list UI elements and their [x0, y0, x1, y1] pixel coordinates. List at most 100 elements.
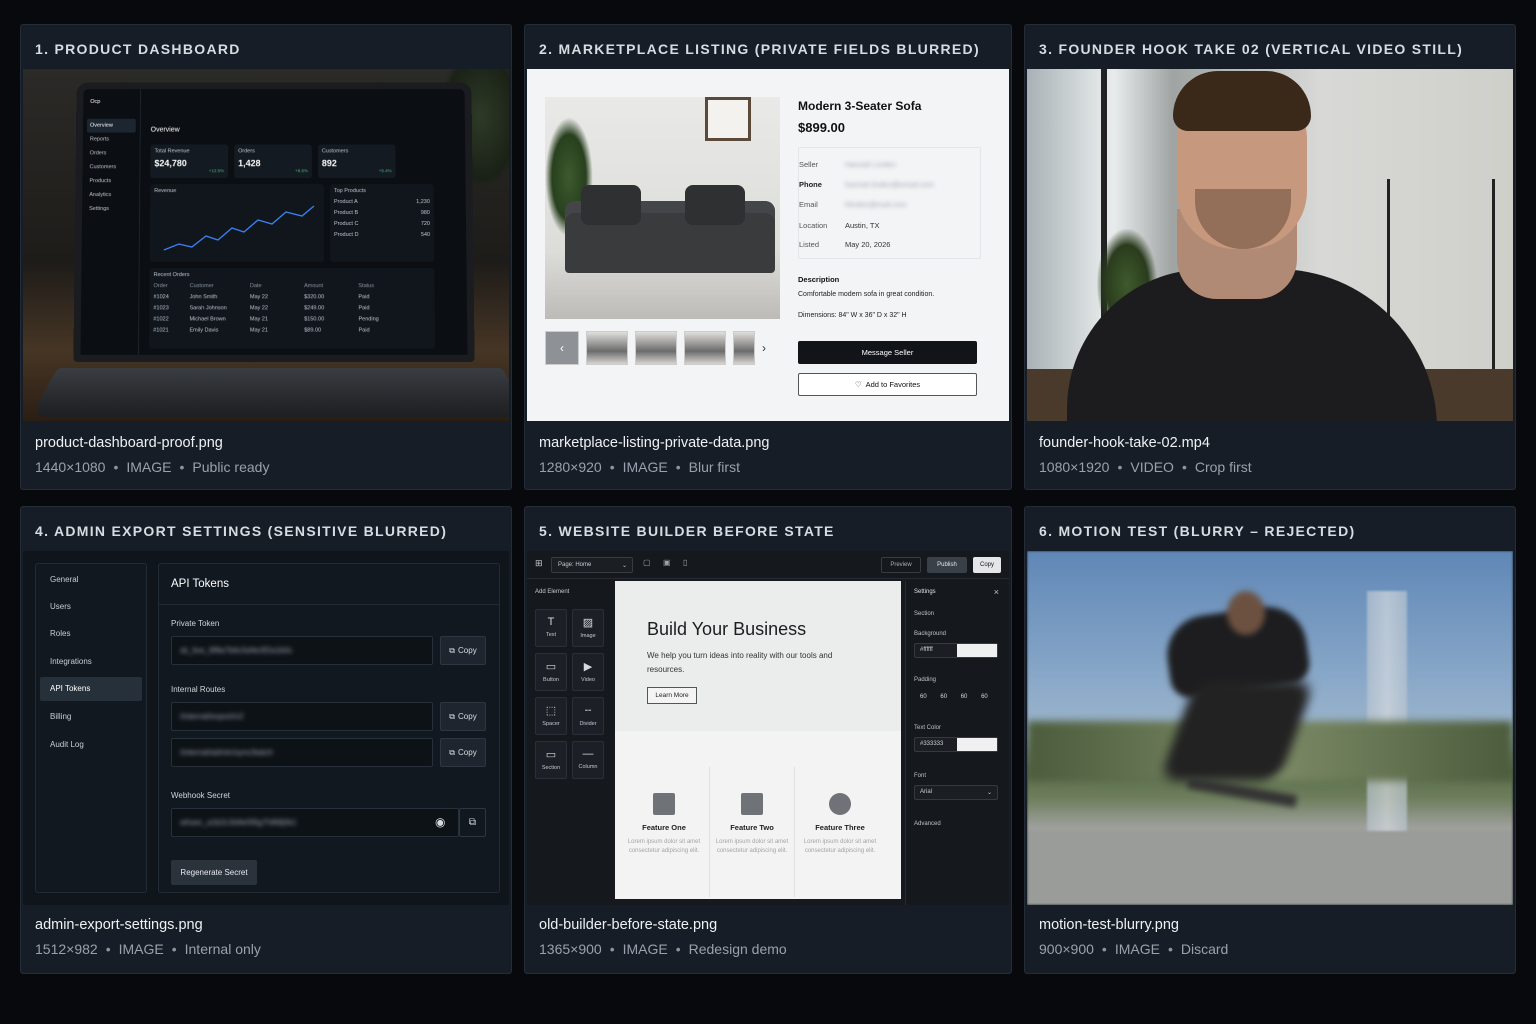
table-cell: Paid: [359, 328, 399, 334]
file-name[interactable]: marketplace-listing-private-data.png: [539, 435, 770, 451]
font-select[interactable]: Arial ⌄: [914, 785, 998, 800]
nav-users[interactable]: Users: [40, 595, 142, 619]
webhook-secret-field[interactable]: whsec_a1b2c3d4e5f6g7h8i9j0k1: [171, 808, 459, 837]
padding-label: Padding: [914, 677, 936, 683]
table-cell: John Smith: [190, 294, 250, 300]
file-status: Crop first: [1195, 459, 1252, 475]
nav-customers: Customers: [87, 160, 136, 174]
nav-audit-log[interactable]: Audit Log: [40, 733, 142, 757]
feature-card[interactable]: Feature One Lorem ipsum dolor sit amet co…: [621, 767, 707, 897]
thumbnail[interactable]: [733, 331, 755, 365]
file-meta: 1440×1080 • IMAGE • Public ready: [35, 459, 269, 475]
page-select[interactable]: Page: Home ⌄: [551, 557, 633, 573]
padding-values[interactable]: 60 60 60 60: [920, 694, 988, 700]
learn-more-button[interactable]: Learn More: [647, 687, 697, 704]
grid-icon: [653, 793, 675, 815]
file-name[interactable]: founder-hook-take-02.mp4: [1039, 435, 1210, 451]
nav-roles[interactable]: Roles: [40, 622, 142, 646]
file-name[interactable]: old-builder-before-state.png: [539, 917, 717, 933]
panel-heading: API Tokens: [171, 578, 229, 590]
asset-card-founder-video[interactable]: 3. FOUNDER HOOK TAKE 02 (VERTICAL VIDEO …: [1024, 24, 1516, 490]
element-button[interactable]: ▭ Button: [535, 653, 567, 691]
feature-card[interactable]: Feature Two Lorem ipsum dolor sit amet co…: [709, 767, 795, 897]
target-icon: [829, 793, 851, 815]
preview-image[interactable]: ⊞ Page: Home ⌄ ▢ ▣ ▯ Preview Publish Copy…: [527, 551, 1009, 905]
spacer-icon: ⬚: [536, 704, 566, 717]
laptop-base: [31, 368, 509, 417]
advanced-label[interactable]: Advanced: [914, 821, 941, 827]
asset-card-website-builder[interactable]: 5. WEBSITE BUILDER BEFORE STATE ⊞ Page: …: [524, 506, 1012, 974]
hero-title[interactable]: Build Your Business: [647, 619, 806, 640]
top-products-panel: Top Products Product A 1,230 Product B 980…: [330, 184, 435, 262]
video-still[interactable]: [1027, 69, 1513, 421]
close-icon[interactable]: ×: [994, 587, 999, 597]
table-cell: #1024: [153, 294, 189, 300]
table-header-cell: Order: [154, 283, 190, 289]
copy-button[interactable]: ⧉ Copy: [440, 636, 486, 665]
thumbnail[interactable]: [586, 331, 628, 365]
builder-canvas[interactable]: Build Your Business We help you turn ide…: [615, 581, 901, 899]
regenerate-secret-button[interactable]: Regenerate Secret: [171, 860, 257, 885]
background-label: Background: [914, 631, 946, 637]
preview-image[interactable]: [1027, 551, 1513, 905]
nav-general[interactable]: General: [40, 568, 142, 592]
internal-route-field[interactable]: /internal/export/v2: [171, 702, 433, 731]
hero-text[interactable]: We help you turn ideas into reality with…: [647, 649, 847, 677]
element-section[interactable]: ▭ Section: [535, 741, 567, 779]
mobile-icon[interactable]: ▯: [683, 558, 687, 567]
file-name[interactable]: motion-test-blurry.png: [1039, 917, 1179, 933]
element-spacer[interactable]: ⬚ Spacer: [535, 697, 567, 735]
preview-image[interactable]: Ocp Overview Reports Orders Customers Pr…: [23, 69, 509, 421]
file-name[interactable]: admin-export-settings.png: [35, 917, 203, 933]
copy-button[interactable]: ⧉ Copy: [440, 738, 486, 767]
preview-button[interactable]: Preview: [881, 557, 921, 573]
card-title: 2. MARKETPLACE LISTING (PRIVATE FIELDS B…: [539, 41, 980, 57]
tablet-icon[interactable]: ▣: [663, 558, 671, 567]
desktop-icon[interactable]: ▢: [643, 558, 651, 567]
section-label: Section: [914, 611, 934, 617]
add-to-favorites-button[interactable]: ♡ Add to Favorites: [798, 373, 977, 396]
asset-card-motion-test[interactable]: 6. MOTION TEST (BLURRY – REJECTED) motio…: [1024, 506, 1516, 974]
asset-card-admin-settings[interactable]: 4. ADMIN EXPORT SETTINGS (SENSITIVE BLUR…: [20, 506, 512, 974]
copy-button[interactable]: Copy: [973, 557, 1001, 573]
nav-billing[interactable]: Billing: [40, 705, 142, 729]
copy-icon: ⧉: [449, 646, 455, 656]
thumbnail[interactable]: [684, 331, 726, 365]
element-column[interactable]: — Column: [572, 741, 604, 779]
preview-image[interactable]: ‹ › Modern 3-Seater Sofa $899.00 Seller H…: [527, 69, 1009, 421]
heart-icon: ♡: [855, 380, 862, 389]
card-title: 6. MOTION TEST (BLURRY – REJECTED): [1039, 523, 1355, 539]
eye-icon[interactable]: ◉: [435, 815, 445, 829]
text-color-input[interactable]: #333333: [914, 737, 998, 752]
background-input[interactable]: #ffffff: [914, 643, 998, 658]
file-type: IMAGE: [623, 941, 668, 957]
internal-route-field[interactable]: /internal/admin/sync/batch: [171, 738, 433, 767]
private-token-field[interactable]: sk_live_9f8a7b6c5d4e3f2a1b0c: [171, 636, 433, 665]
file-meta: 1280×920 • IMAGE • Blur first: [539, 459, 740, 475]
element-text[interactable]: T Text: [535, 609, 567, 647]
preview-image[interactable]: General Users Roles Integrations API Tok…: [23, 551, 509, 905]
element-divider[interactable]: ╌ Divider: [572, 697, 604, 735]
thumbnail-strip[interactable]: ‹ ›: [545, 331, 776, 365]
chevron-right-icon[interactable]: ›: [762, 331, 776, 365]
file-name[interactable]: product-dashboard-proof.png: [35, 435, 223, 451]
publish-button[interactable]: Publish: [927, 557, 967, 573]
feature-card[interactable]: Feature Three Lorem ipsum dolor sit amet …: [797, 767, 883, 897]
asset-card-marketplace-listing[interactable]: 2. MARKETPLACE LISTING (PRIVATE FIELDS B…: [524, 24, 1012, 490]
nav-products: Products: [86, 174, 135, 188]
nav-integrations[interactable]: Integrations: [40, 650, 142, 674]
message-seller-button[interactable]: Message Seller: [798, 341, 977, 364]
nav-api-tokens[interactable]: API Tokens: [40, 677, 142, 701]
element-video[interactable]: ▶ Video: [572, 653, 604, 691]
element-image[interactable]: ▨ Image: [572, 609, 604, 647]
kpi-revenue: Total Revenue $24,780 +12.5%: [150, 144, 228, 178]
asset-card-product-dashboard[interactable]: 1. PRODUCT DASHBOARD Ocp Overview Report…: [20, 24, 512, 490]
copy-button[interactable]: ⧉ Copy: [440, 702, 486, 731]
thumbnail[interactable]: [635, 331, 677, 365]
file-status: Redesign demo: [689, 941, 787, 957]
copy-icon[interactable]: ⧉: [459, 808, 486, 837]
nav-analytics: Analytics: [86, 188, 135, 202]
chevron-left-icon[interactable]: ‹: [545, 331, 579, 365]
elements-panel: Add Element T Text ▨ Image ▭ Button ▶ Video …: [527, 579, 613, 905]
recent-orders-table: Recent Orders Order Customer Date Amount Sta…: [149, 268, 435, 349]
